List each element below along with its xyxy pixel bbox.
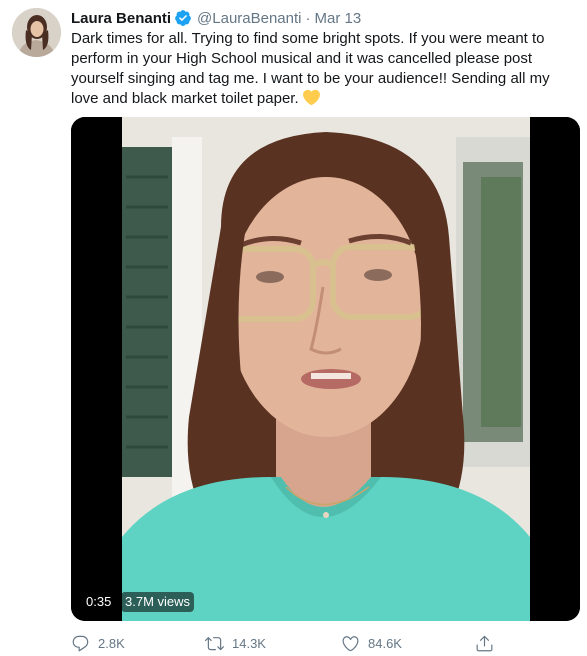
tweet-date[interactable]: Mar 13: [315, 10, 362, 27]
tweet-header: Laura Benanti @LauraBenanti · Mar 13: [71, 8, 361, 28]
video-duration: 0:35: [82, 592, 116, 612]
share-icon: [475, 634, 494, 653]
reply-button[interactable]: 2.8K: [71, 632, 125, 654]
video-player[interactable]: 0:35 3.7M views: [71, 117, 580, 621]
share-button[interactable]: [475, 632, 494, 654]
tweet: Laura Benanti @LauraBenanti · Mar 13 Dar…: [0, 0, 587, 656]
reply-count: 2.8K: [98, 635, 125, 651]
author-display-name[interactable]: Laura Benanti: [71, 10, 171, 27]
heart-icon: [341, 634, 360, 653]
author-avatar[interactable]: [12, 8, 61, 57]
verified-badge-icon: [174, 9, 192, 27]
yellow-heart-icon: [302, 89, 320, 106]
retweet-count: 14.3K: [232, 635, 266, 651]
like-count: 84.6K: [368, 635, 402, 651]
tweet-text: Dark times for all. Trying to find some …: [71, 29, 579, 109]
tweet-actions: 2.8K 14.3K 84.6K: [71, 632, 571, 654]
retweet-button[interactable]: 14.3K: [205, 632, 266, 654]
author-handle[interactable]: @LauraBenanti: [197, 10, 301, 27]
video-view-count: 3.7M views: [121, 592, 195, 612]
reply-icon: [71, 634, 90, 653]
header-separator: ·: [305, 9, 311, 27]
retweet-icon: [205, 634, 224, 653]
like-button[interactable]: 84.6K: [341, 632, 402, 654]
